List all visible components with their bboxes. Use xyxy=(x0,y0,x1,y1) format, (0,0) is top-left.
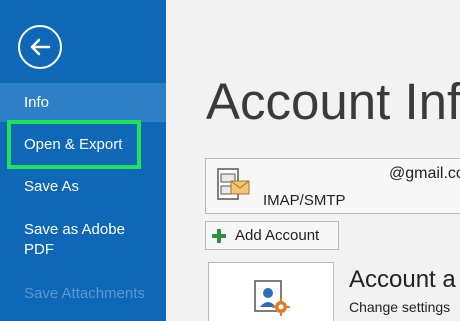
back-button[interactable] xyxy=(18,25,62,69)
sidebar-item-info[interactable]: Info xyxy=(0,83,166,122)
email-account-icon xyxy=(217,168,250,200)
back-arrow-icon xyxy=(30,38,51,56)
sidebar-item-label: Save As xyxy=(24,178,80,195)
outlook-backstage: Info Open & Export Save As Save as Adobe… xyxy=(0,0,460,321)
backstage-sidebar: Info Open & Export Save As Save as Adobe… xyxy=(0,0,166,321)
sidebar-item-save-attachments[interactable]: Save Attachments xyxy=(0,284,166,304)
sidebar-item-label: Info xyxy=(24,94,50,111)
add-account-label: Add Account xyxy=(235,227,320,244)
sidebar-item-label: Save as Adobe PDF xyxy=(24,221,125,258)
sidebar-item-save-as-adobe-pdf[interactable]: Save as Adobe PDF xyxy=(0,220,150,260)
main-panel: Account Inf @gmail.co IMAP/SMTP Add Acco… xyxy=(166,0,460,321)
plus-icon xyxy=(212,228,226,243)
account-settings-description: Change settings xyxy=(349,299,451,315)
sidebar-item-label: Save Attachments xyxy=(24,285,145,302)
sidebar-item-save-as[interactable]: Save As xyxy=(0,177,166,197)
highlight-box xyxy=(7,120,141,169)
add-account-button[interactable]: Add Account xyxy=(205,221,339,250)
account-settings-button[interactable] xyxy=(208,262,334,321)
account-email: @gmail.co xyxy=(389,165,460,182)
page-title: Account Inf xyxy=(206,73,460,130)
account-type: IMAP/SMTP xyxy=(263,192,346,209)
account-settings-icon xyxy=(254,280,290,316)
account-settings-title: Account a xyxy=(349,266,456,293)
account-selector[interactable]: @gmail.co IMAP/SMTP xyxy=(205,158,460,214)
